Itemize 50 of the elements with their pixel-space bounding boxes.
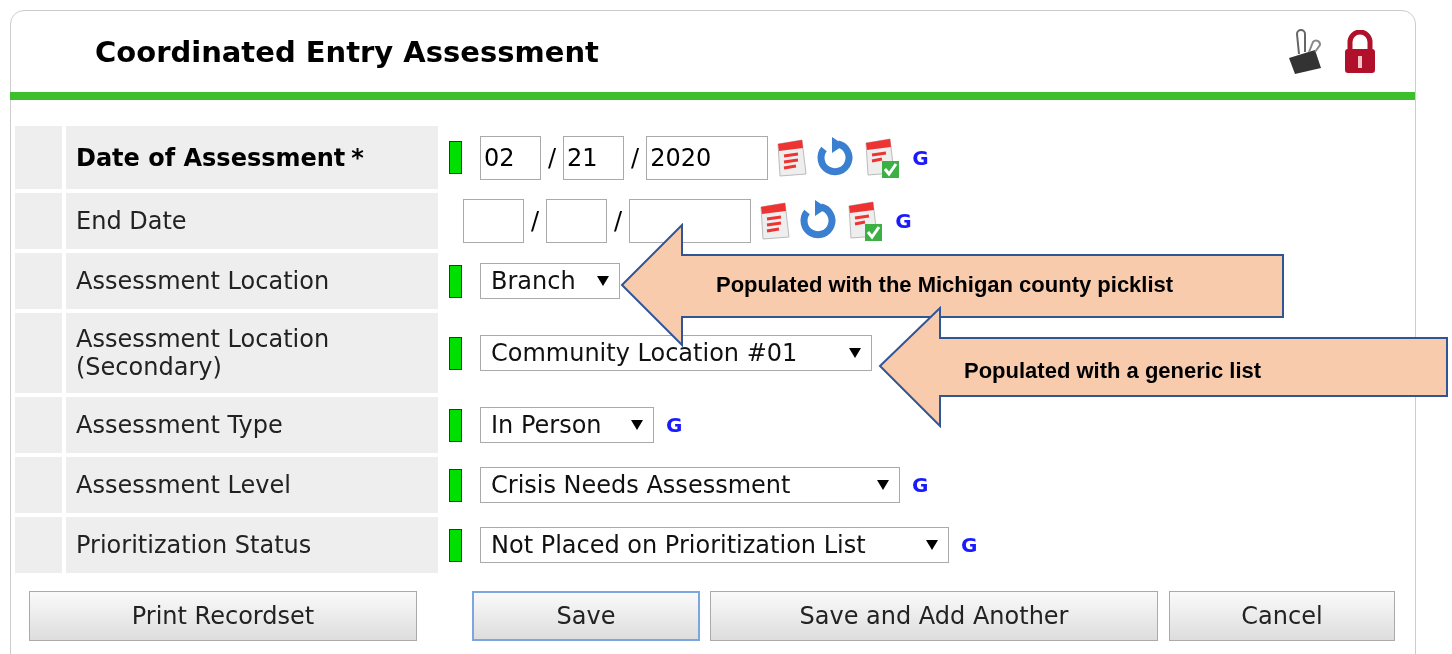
g-link[interactable]: G [912, 145, 929, 170]
day-field[interactable]: 21 [563, 135, 625, 180]
field-label: Assessment Location [76, 267, 330, 295]
field-label: Assessment Type [76, 411, 283, 439]
field-label: Assessment Level [76, 471, 291, 499]
required-indicator [449, 264, 462, 298]
year-field[interactable] [629, 199, 752, 243]
g-link[interactable]: G [666, 413, 683, 437]
dropdown[interactable]: Branch [480, 263, 620, 299]
year-field[interactable]: 2020 [646, 135, 769, 180]
month-field[interactable] [463, 199, 524, 243]
required-indicator [449, 141, 462, 174]
required-indicator [449, 468, 462, 502]
field-label: End Date [76, 207, 187, 235]
padlock-icon [1343, 29, 1377, 74]
caret-icon [631, 420, 643, 430]
form-button[interactable]: Save and Add Another [710, 591, 1158, 641]
required-asterisk: * [351, 143, 364, 172]
day-field[interactable] [546, 199, 608, 243]
field-label: Date of Assessment [76, 143, 346, 172]
callout-text: Populated with a generic list [964, 358, 1262, 384]
g-link[interactable]: G [961, 533, 978, 557]
required-indicator [449, 336, 462, 370]
date-separator: / [630, 143, 641, 172]
form-button[interactable]: Save [472, 591, 700, 641]
calendar-check-icon[interactable] [862, 136, 901, 179]
form-button[interactable]: Cancel [1169, 591, 1395, 641]
dropdown[interactable]: Crisis Needs Assessment [480, 467, 900, 503]
date-separator: / [530, 207, 541, 235]
caret-icon [597, 276, 609, 286]
dropdown[interactable]: In Person [480, 407, 654, 443]
caret-icon [877, 480, 889, 490]
required-indicator [449, 528, 462, 562]
date-separator: / [547, 143, 558, 172]
field-label: Assessment Location (Secondary) [76, 325, 331, 381]
date-separator: / [613, 207, 624, 235]
calendar-icon[interactable] [774, 137, 809, 178]
calendar-icon[interactable] [757, 201, 792, 241]
dropdown[interactable]: Community Location #01 [480, 335, 872, 371]
form-title: Coordinated Entry Assessment [95, 34, 599, 69]
g-link[interactable]: G [895, 209, 912, 233]
g-link[interactable]: G [912, 473, 929, 497]
field-label: Prioritization Status [76, 531, 312, 559]
caret-icon [926, 540, 938, 550]
dropdown[interactable]: Not Placed on Prioritization List [480, 527, 949, 563]
calendar-check-icon[interactable] [845, 200, 884, 242]
callout-text: Populated with the Michigan county picklist [716, 272, 1174, 298]
required-indicator [449, 408, 462, 442]
month-field[interactable]: 02 [480, 135, 541, 180]
form-button[interactable]: Print Recordset [29, 591, 417, 641]
